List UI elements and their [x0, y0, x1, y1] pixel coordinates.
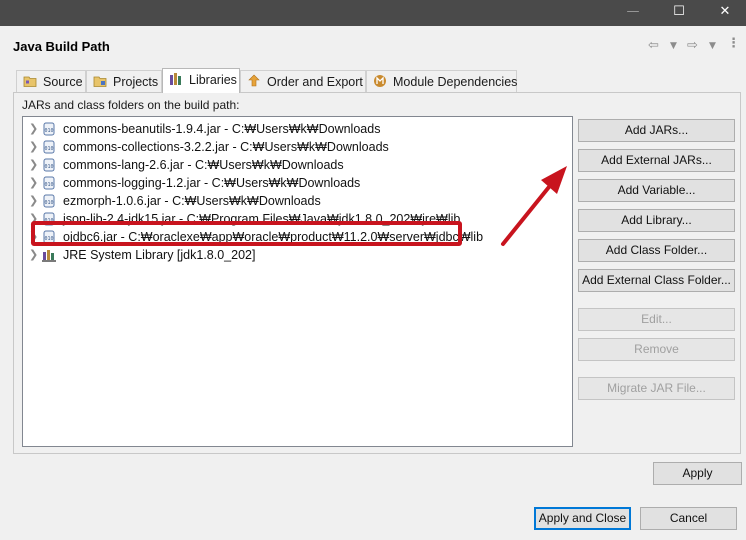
tab-projects[interactable]: Projects: [86, 70, 162, 92]
expand-chevron-icon[interactable]: ❯: [29, 174, 38, 192]
svg-text:010: 010: [44, 164, 53, 170]
library-entry-label: commons-logging-1.2.jar - C:₩Users₩k₩Dow…: [63, 176, 361, 190]
annotation-arrow-icon: [501, 166, 567, 246]
order-export-icon: [248, 74, 260, 87]
apply-and-close-button[interactable]: Apply and Close: [534, 507, 631, 530]
tab-label: Module Dependencies: [393, 75, 518, 89]
tab-source[interactable]: Source: [16, 70, 86, 92]
library-entry-label: ezmorph-1.0.6.jar - C:₩Users₩k₩Downloads: [63, 194, 321, 208]
library-tree[interactable]: ❯ 010 commons-beanutils-1.9.4.jar - C:₩U…: [22, 116, 573, 447]
expand-chevron-icon[interactable]: ❯: [29, 138, 38, 156]
svg-text:010: 010: [44, 182, 53, 188]
library-entry-label: commons-beanutils-1.9.4.jar - C:₩Users₩k…: [63, 122, 381, 136]
add-external-class-folder-button[interactable]: Add External Class Folder...: [578, 269, 735, 292]
library-entry-label: JRE System Library [jdk1.8.0_202]: [63, 248, 256, 262]
view-menu-icon[interactable]: ⋮: [727, 36, 740, 51]
add-external-jars-button[interactable]: Add External JARs...: [578, 149, 735, 172]
tab-order-and-export[interactable]: Order and Export: [240, 70, 366, 92]
forward-arrow-icon[interactable]: ⇨: [687, 38, 698, 53]
migrate-jar-button[interactable]: Migrate JAR File...: [578, 377, 735, 400]
library-entry-label: commons-lang-2.6.jar - C:₩Users₩k₩Downlo…: [63, 158, 344, 172]
cancel-button[interactable]: Cancel: [640, 507, 737, 530]
expand-chevron-icon[interactable]: ❯: [29, 156, 38, 174]
remove-button[interactable]: Remove: [578, 338, 735, 361]
tab-label: Libraries: [189, 73, 237, 87]
forward-menu-chevron-icon[interactable]: ▼: [709, 41, 716, 51]
projects-icon: [93, 76, 107, 87]
svg-text:010: 010: [44, 146, 53, 152]
minimize-button[interactable]: —: [610, 0, 656, 26]
expand-chevron-icon[interactable]: ❯: [29, 192, 38, 210]
maximize-button[interactable]: ☐: [656, 0, 702, 26]
add-library-button[interactable]: Add Library...: [578, 209, 735, 232]
jar-icon: 010: [43, 140, 55, 154]
jre-library-icon: [42, 250, 56, 262]
source-folder-icon: [23, 76, 37, 87]
add-class-folder-button[interactable]: Add Class Folder...: [578, 239, 735, 262]
apply-button[interactable]: Apply: [653, 462, 742, 485]
close-button[interactable]: ✕: [702, 0, 746, 26]
jar-icon: 010: [43, 158, 55, 172]
libraries-icon: [170, 73, 181, 85]
tab-label: Projects: [113, 75, 159, 89]
edit-button[interactable]: Edit...: [578, 308, 735, 331]
svg-text:010: 010: [44, 200, 53, 206]
expand-chevron-icon[interactable]: ❯: [29, 120, 38, 138]
tab-module-dependencies[interactable]: Module Dependencies: [366, 70, 517, 92]
back-menu-chevron-icon[interactable]: ▼: [670, 41, 677, 51]
jar-icon: 010: [43, 194, 55, 208]
expand-chevron-icon[interactable]: ❯: [29, 246, 38, 264]
tab-label: Order and Export: [267, 75, 363, 89]
add-variable-button[interactable]: Add Variable...: [578, 179, 735, 202]
highlight-box: [31, 221, 462, 246]
back-arrow-icon[interactable]: ⇦: [648, 38, 659, 53]
jar-icon: 010: [43, 122, 55, 136]
add-jars-button[interactable]: Add JARs...: [578, 119, 735, 142]
tab-label: Source: [43, 75, 83, 89]
page-header: Java Build Path ⇦ ▼ ⇨ ▼ ⋮: [0, 26, 746, 66]
page-title: Java Build Path: [13, 39, 110, 54]
module-icon: [374, 75, 386, 87]
svg-text:010: 010: [44, 128, 53, 134]
window-titlebar: — ☐ ✕: [0, 0, 746, 26]
tab-libraries[interactable]: Libraries: [162, 68, 240, 93]
jar-icon: 010: [43, 176, 55, 190]
library-entry-label: commons-collections-3.2.2.jar - C:₩Users…: [63, 140, 389, 154]
section-label: JARs and class folders on the build path…: [22, 98, 240, 112]
